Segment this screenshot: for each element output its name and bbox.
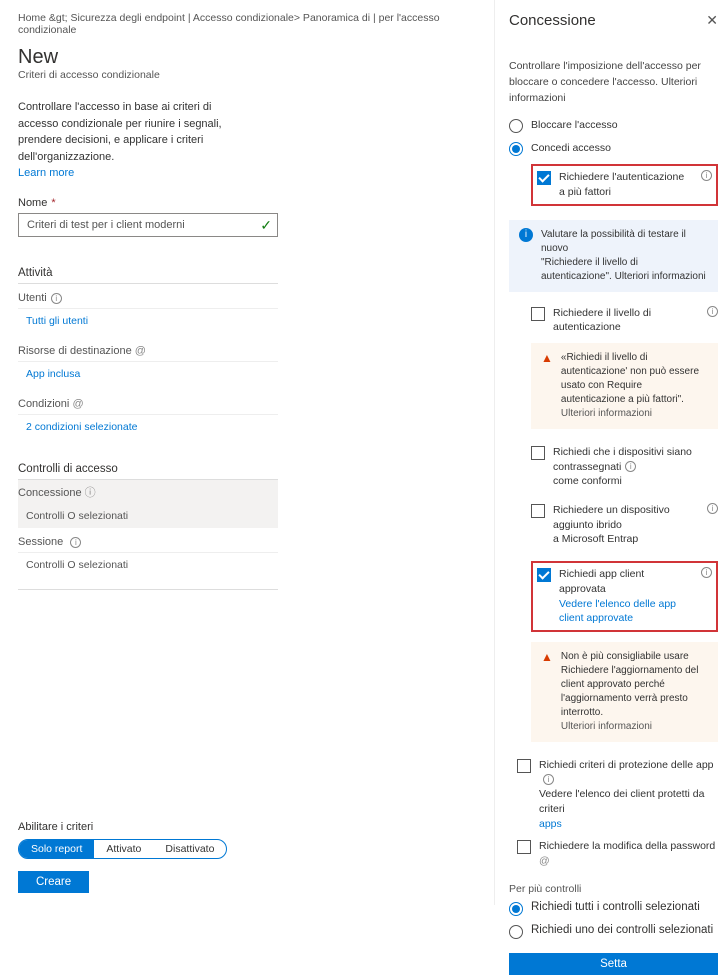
info-icon[interactable]: i xyxy=(707,306,718,317)
session-row[interactable]: Sessione i xyxy=(18,536,278,553)
users-row[interactable]: Utentii xyxy=(18,292,278,309)
breadcrumb[interactable]: Home &gt; Sicurezza degli endpoint | Acc… xyxy=(18,12,476,36)
info-icon[interactable]: i xyxy=(707,503,718,514)
page-subtitle: Criteri di accesso condizionale xyxy=(18,69,476,81)
warning-callout: ▲ «Richiedi il livello di autenticazione… xyxy=(531,343,718,429)
info-icon[interactable]: i xyxy=(701,567,712,578)
checkbox-icon[interactable] xyxy=(537,171,551,185)
radio-block-access[interactable]: Bloccare l'accesso xyxy=(509,118,718,133)
multiple-controls-label: Per più controlli xyxy=(509,883,718,895)
panel-title: Concessione xyxy=(509,12,596,29)
grant-compliant-device-checkbox[interactable]: Richiedi che i dispositivi siano contras… xyxy=(531,445,718,489)
grant-approved-client-checkbox[interactable]: Richiedi app client approvata Vedere l'e… xyxy=(537,567,712,626)
info-icon[interactable]: @ xyxy=(135,345,146,357)
info-icon[interactable]: i xyxy=(625,461,636,472)
grant-password-change-checkbox[interactable]: Richiedere la modifica della password @ xyxy=(517,839,718,868)
enable-policy-toggle[interactable]: Solo report Attivato Disattivato xyxy=(18,839,227,859)
checkbox-icon[interactable] xyxy=(537,568,551,582)
info-icon[interactable]: i xyxy=(70,537,81,548)
warning-icon: ▲ xyxy=(541,351,553,421)
grant-hybrid-joined-checkbox[interactable]: Richiedere un dispositivo aggiunto ibrid… xyxy=(531,503,718,547)
policy-description: Controllare l'accesso in base ai criteri… xyxy=(18,99,278,165)
radio-icon[interactable] xyxy=(509,925,523,939)
pill-report-only[interactable]: Solo report xyxy=(19,840,94,858)
grant-panel: Concessione ✕ Controllare l'imposizione … xyxy=(495,0,728,905)
enable-policy-label: Abilitare i criteri xyxy=(18,821,227,833)
radio-icon[interactable] xyxy=(509,902,523,916)
assignments-header: Attività xyxy=(18,261,278,284)
checkbox-icon[interactable] xyxy=(531,504,545,518)
pill-on[interactable]: Attivato xyxy=(94,840,153,858)
learn-more-link[interactable]: Learn more xyxy=(18,167,476,179)
select-button[interactable]: Setta xyxy=(509,953,718,975)
main-pane: Home &gt; Sicurezza degli endpoint | Acc… xyxy=(0,0,495,905)
info-icon[interactable]: @ xyxy=(539,855,550,867)
grant-auth-strength-checkbox[interactable]: Richiedere il livello di autenticazione … xyxy=(531,306,718,335)
footer-bar: Abilitare i criteri Solo report Attivato… xyxy=(18,821,227,893)
close-icon[interactable]: ✕ xyxy=(706,12,718,29)
info-icon[interactable]: i xyxy=(543,774,554,785)
policy-name-input[interactable] xyxy=(18,213,278,237)
users-value[interactable]: Tutti gli utenti xyxy=(26,315,476,327)
page-title: New xyxy=(18,46,476,69)
radio-icon[interactable] xyxy=(509,119,523,133)
info-callout: i Valutare la possibilità di testare il … xyxy=(509,220,718,292)
warning-callout: ▲ Non è più consigliabile usare Richiede… xyxy=(531,642,718,742)
info-icon[interactable]: ⓘ xyxy=(85,487,96,499)
checkbox-icon[interactable] xyxy=(531,446,545,460)
name-label: Nome* xyxy=(18,197,476,209)
access-controls-header: Controlli di accesso xyxy=(18,457,278,480)
target-resources-value[interactable]: App inclusa xyxy=(26,368,476,380)
info-icon[interactable]: @ xyxy=(72,398,83,410)
checkbox-icon[interactable] xyxy=(531,307,545,321)
radio-icon[interactable] xyxy=(509,142,523,156)
radio-grant-access[interactable]: Concedi accesso xyxy=(509,141,718,156)
info-icon[interactable]: i xyxy=(51,293,62,304)
conditions-value[interactable]: 2 condizioni selezionate xyxy=(26,421,476,433)
create-button[interactable]: Creare xyxy=(18,871,89,893)
conditions-row[interactable]: Condizioni @ xyxy=(18,398,278,415)
session-value: Controlli O selezionati xyxy=(26,559,476,571)
info-icon: i xyxy=(519,228,533,242)
radio-require-all[interactable]: Richiedi tutti i controlli selezionati xyxy=(509,901,718,916)
grant-app-protection-checkbox[interactable]: Richiedi criteri di protezione delle app… xyxy=(517,758,718,831)
grant-row[interactable]: Concessione ⓘ Controlli O selezionati xyxy=(18,480,278,528)
info-icon[interactable]: i xyxy=(701,170,712,181)
target-resources-row[interactable]: Risorse di destinazione @ xyxy=(18,345,278,362)
radio-require-one[interactable]: Richiedi uno dei controlli selezionati xyxy=(509,924,718,939)
checkbox-icon[interactable] xyxy=(517,759,531,773)
approved-apps-link[interactable]: Vedere l'elenco delle app client approva… xyxy=(559,597,693,626)
protected-apps-link[interactable]: apps xyxy=(539,817,718,832)
warning-icon: ▲ xyxy=(541,650,553,734)
grant-mfa-checkbox[interactable]: Richiedere l'autenticazione a più fattor… xyxy=(537,170,712,199)
pill-off[interactable]: Disattivato xyxy=(153,840,226,858)
validation-check-icon: ✓ xyxy=(260,217,272,234)
checkbox-icon[interactable] xyxy=(517,840,531,854)
panel-description: Controllare l'imposizione dell'accesso p… xyxy=(509,59,718,106)
grant-value: Controlli O selezionati xyxy=(26,510,278,522)
